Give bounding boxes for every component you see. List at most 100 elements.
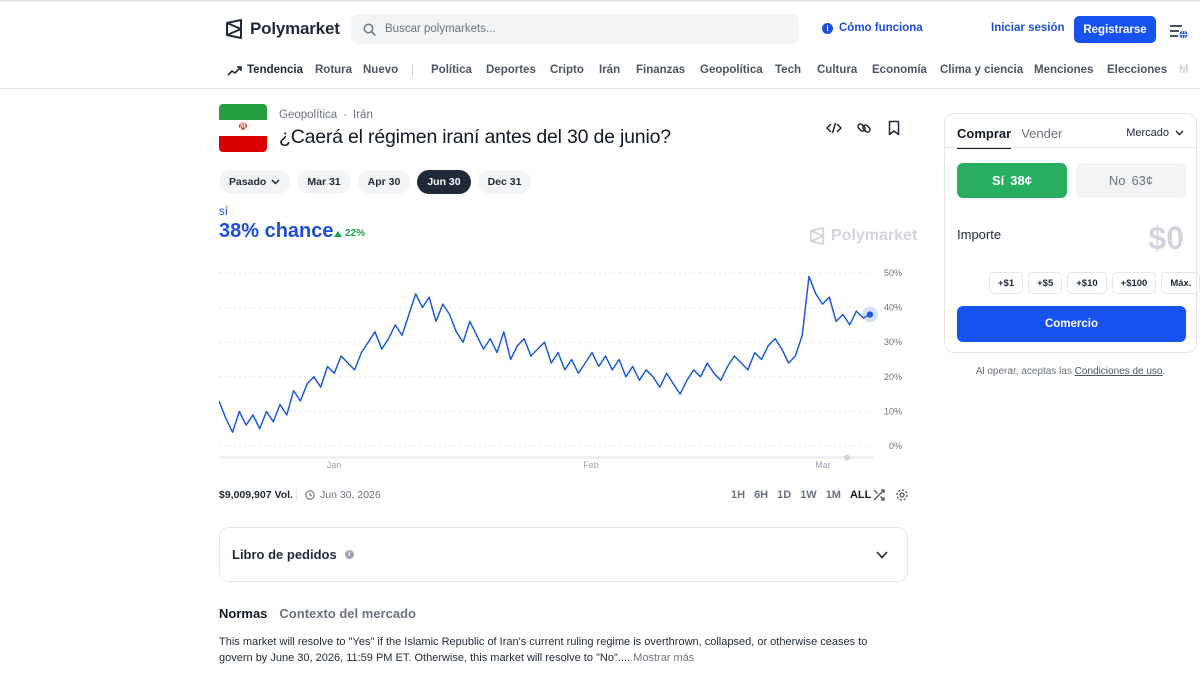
- trade-tabs: Comprar Vender: [957, 126, 1062, 149]
- tab-sell[interactable]: Vender: [1021, 126, 1062, 149]
- order-type-label: Mercado: [1126, 127, 1169, 139]
- y-tick-label: 10%: [884, 406, 902, 416]
- date-pill-jun30[interactable]: Jun 30: [417, 170, 471, 194]
- market-title: ¿Caerá el régimen iraní antes del 30 de …: [279, 126, 671, 148]
- nav-item-iran[interactable]: Irán: [599, 64, 620, 76]
- clock-icon: [305, 490, 315, 500]
- nav-item-politics[interactable]: Política: [431, 64, 472, 76]
- search-bar[interactable]: [351, 14, 799, 44]
- volume: $9,009,907 Vol.: [219, 489, 293, 501]
- menu-globe-icon[interactable]: [1169, 23, 1188, 39]
- range-6h[interactable]: 6H: [754, 489, 768, 501]
- nav-item-more[interactable]: M: [1179, 64, 1189, 76]
- shuffle-icon[interactable]: [872, 488, 886, 502]
- terms-link[interactable]: Condiciones de uso: [1075, 366, 1163, 377]
- y-tick-label: 30%: [884, 337, 902, 347]
- logo-text: Polymarket: [250, 19, 340, 38]
- chip-max[interactable]: Máx.: [1161, 272, 1200, 294]
- terms-prefix: Al operar, aceptas las: [975, 366, 1072, 377]
- y-tick-label: 20%: [884, 372, 902, 382]
- rules-text-block: This market will resolve to "Yes" if the…: [219, 635, 899, 666]
- link-icon[interactable]: [856, 120, 872, 136]
- date-pill-past-label: Pasado: [229, 176, 267, 188]
- yes-button[interactable]: Sí 38¢: [957, 163, 1067, 198]
- top-header: Polymarket i Cómo funciona Iniciar sesió…: [0, 2, 1200, 57]
- login-link[interactable]: Iniciar sesión: [991, 22, 1065, 34]
- nav-item-geopolitics[interactable]: Geopolítica: [700, 64, 763, 76]
- date-pill-past[interactable]: Pasado: [219, 170, 291, 194]
- order-book-panel[interactable]: Libro de pedidos i: [219, 527, 908, 582]
- y-tick-label: 0%: [889, 441, 902, 451]
- range-1h[interactable]: 1H: [731, 489, 745, 501]
- delta-value: 22%: [345, 228, 366, 239]
- logo[interactable]: Polymarket: [225, 19, 340, 39]
- date-pill-dec31[interactable]: Dec 31: [477, 170, 532, 194]
- no-label: No: [1108, 173, 1126, 188]
- embed-code-icon[interactable]: [826, 120, 842, 136]
- trending-icon: [227, 66, 242, 76]
- chip-plus-5[interactable]: +$5: [1028, 272, 1063, 294]
- breadcrumb-geopolitics[interactable]: Geopolítica: [279, 109, 337, 121]
- market-actions: [826, 120, 902, 136]
- nav-item-elections[interactable]: Elecciones: [1107, 64, 1167, 76]
- register-button[interactable]: Registrarse: [1074, 16, 1156, 43]
- how-it-works-link[interactable]: i Cómo funciona: [822, 22, 923, 34]
- nav-item-economy[interactable]: Economía: [872, 64, 927, 76]
- range-1d[interactable]: 1D: [777, 489, 791, 501]
- nav-item-sports[interactable]: Deportes: [486, 64, 536, 76]
- nav-item-tech[interactable]: Tech: [775, 64, 801, 76]
- chip-plus-10[interactable]: +$10: [1067, 272, 1107, 294]
- tab-market-context[interactable]: Contexto del mercado: [279, 606, 416, 621]
- show-more-link[interactable]: Mostrar más: [633, 652, 694, 664]
- trade-button[interactable]: Comercio: [957, 306, 1186, 342]
- no-price: 63¢: [1131, 173, 1154, 188]
- price-chart[interactable]: 50% 40% 30% 20% 10% 0% Jan Feb Mar: [219, 262, 909, 472]
- terms-notice: Al operar, aceptas las Condiciones de us…: [944, 366, 1197, 377]
- chip-plus-100[interactable]: +$100: [1111, 272, 1157, 294]
- nav-item-climate[interactable]: Clima y ciencia: [940, 64, 1023, 76]
- x-tick-label: Mar: [815, 460, 831, 470]
- y-tick-label: 40%: [884, 303, 902, 313]
- nav-item-breaking[interactable]: Rotura: [315, 64, 352, 76]
- breadcrumb: Geopolítica · Irán: [279, 109, 373, 121]
- no-button[interactable]: No 63¢: [1076, 163, 1186, 198]
- search-icon: [363, 23, 376, 36]
- bookmark-icon[interactable]: [886, 120, 902, 136]
- nav-item-culture[interactable]: Cultura: [817, 64, 857, 76]
- nav-item-new[interactable]: Nuevo: [363, 64, 398, 76]
- amount-label: Importe: [957, 227, 1002, 242]
- range-1w[interactable]: 1W: [800, 489, 817, 501]
- chip-plus-1[interactable]: +$1: [989, 272, 1024, 294]
- search-input[interactable]: [385, 23, 765, 35]
- last-point: [866, 311, 874, 318]
- tab-buy[interactable]: Comprar: [957, 126, 1012, 149]
- tab-rules[interactable]: Normas: [219, 606, 267, 621]
- rules-text: This market will resolve to "Yes" if the…: [219, 636, 868, 664]
- order-book-label: Libro de pedidos: [232, 547, 337, 562]
- settings-gear-icon[interactable]: [895, 488, 909, 502]
- nav-item-mentions[interactable]: Menciones: [1034, 64, 1093, 76]
- info-icon: i: [822, 22, 833, 34]
- chance-value: 38% chance: [219, 220, 334, 242]
- chevron-down-icon[interactable]: [875, 548, 889, 562]
- nav-divider: [412, 65, 413, 77]
- nav-item-crypto[interactable]: Cripto: [550, 64, 584, 76]
- order-book-header: Libro de pedidos i: [232, 547, 354, 562]
- outcome-label: sí: [219, 206, 228, 218]
- date-pill-mar31[interactable]: Mar 31: [297, 170, 351, 194]
- range-all[interactable]: ALL: [850, 489, 871, 501]
- x-tick-label: Feb: [583, 460, 599, 470]
- breadcrumb-iran[interactable]: Irán: [353, 109, 373, 121]
- order-type-dropdown[interactable]: Mercado: [1126, 127, 1184, 139]
- date-selector: Pasado Mar 31 Apr 30 Jun 30 Dec 31: [219, 170, 532, 194]
- emblem-icon: ☫: [238, 121, 248, 133]
- range-1m[interactable]: 1M: [826, 489, 841, 501]
- nav-item-finance[interactable]: Finanzas: [636, 64, 685, 76]
- date-pill-apr30[interactable]: Apr 30: [357, 170, 411, 194]
- iran-flag-image: ☫: [219, 104, 267, 152]
- amount-input[interactable]: $0: [1148, 220, 1184, 257]
- yes-label: Sí: [992, 173, 1005, 188]
- info-icon[interactable]: i: [344, 550, 354, 559]
- yes-price: 38¢: [1010, 173, 1032, 188]
- nav-item-trending[interactable]: Tendencia: [247, 64, 303, 76]
